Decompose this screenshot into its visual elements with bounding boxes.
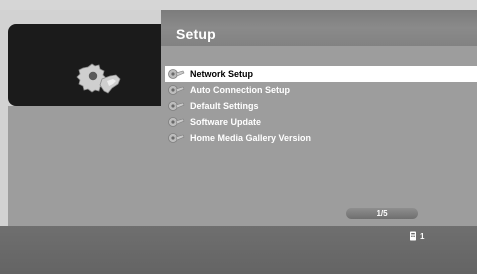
top-strip — [0, 0, 477, 10]
menu-item-auto-connection-setup[interactable]: Auto Connection Setup — [165, 82, 477, 98]
menu-item-label: Home Media Gallery Version — [190, 133, 312, 143]
gear-bullet-icon — [165, 82, 187, 98]
page-title: Setup — [176, 26, 216, 42]
preview-panel — [8, 24, 161, 106]
setup-menu: Network Setup Auto Connection Setup Defa… — [165, 66, 477, 146]
status-indicator: 1 — [409, 230, 424, 242]
status-value: 1 — [420, 231, 425, 241]
gear-bullet-icon — [165, 98, 187, 114]
left-panel — [8, 106, 161, 226]
page-indicator: 1/5 — [346, 208, 418, 219]
menu-item-home-media-gallery-version[interactable]: Home Media Gallery Version — [165, 130, 477, 146]
menu-item-default-settings[interactable]: Default Settings — [165, 98, 477, 114]
menu-item-software-update[interactable]: Software Update — [165, 114, 477, 130]
menu-item-network-setup[interactable]: Network Setup — [165, 66, 477, 82]
setup-screen: Setup Network Setup Auto Connection Setu… — [0, 0, 477, 274]
gear-bullet-icon — [165, 130, 187, 146]
menu-item-label: Default Settings — [190, 101, 259, 111]
menu-item-label: Auto Connection Setup — [190, 85, 290, 95]
gear-bullet-icon — [165, 66, 187, 82]
menu-item-label: Network Setup — [190, 69, 254, 79]
remote-icon — [410, 231, 416, 241]
menu-item-label: Software Update — [190, 117, 262, 127]
gear-icon — [76, 63, 121, 94]
gear-bullet-icon — [165, 114, 187, 130]
footer-bar — [0, 226, 477, 274]
